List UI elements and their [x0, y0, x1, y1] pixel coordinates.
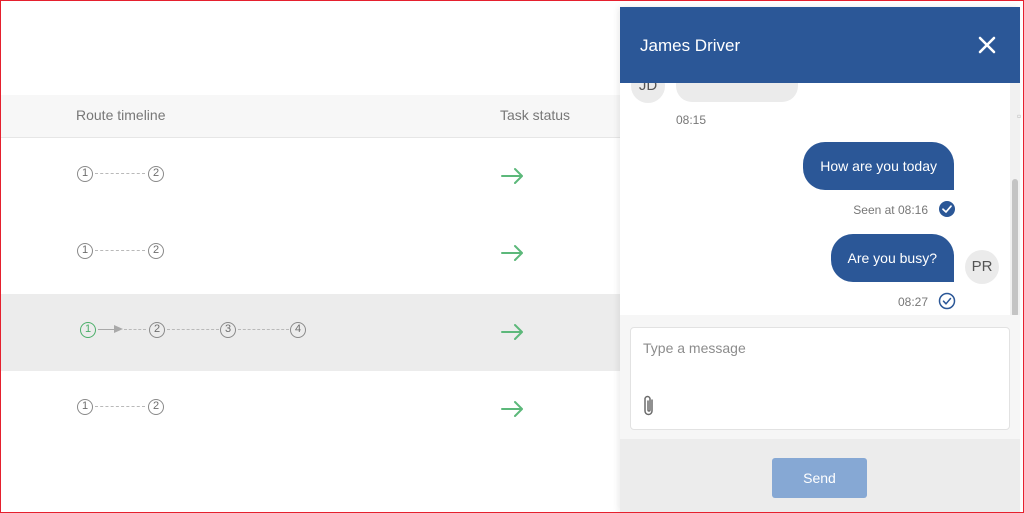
table-row[interactable]: 1 2	[1, 138, 621, 215]
header-task-status[interactable]: Task status	[500, 107, 570, 123]
chat-footer: Send	[620, 439, 1020, 512]
send-button[interactable]: Send	[772, 458, 867, 498]
chat-panel: James Driver JD 08:15 How are you today …	[620, 7, 1020, 512]
header-route-timeline[interactable]: Route timeline	[76, 107, 166, 123]
message-bubble-incoming	[676, 83, 798, 102]
chat-title: James Driver	[640, 36, 741, 55]
route-link	[95, 250, 145, 251]
compose-box	[630, 327, 1010, 430]
stop-marker: 2	[148, 243, 164, 259]
message-input[interactable]	[631, 328, 1009, 388]
table-row-selected[interactable]: 1 2 3 4	[1, 294, 621, 371]
message-list[interactable]: JD 08:15 How are you today Seen at 08:16…	[620, 83, 1010, 315]
stop-marker: 3	[220, 322, 236, 338]
route-link	[95, 406, 145, 407]
paperclip-icon[interactable]	[641, 394, 657, 418]
stop-marker: 1	[77, 166, 93, 182]
table-row[interactable]: 1 2	[1, 371, 621, 448]
arrow-right-icon[interactable]	[501, 323, 525, 341]
route-link	[167, 329, 219, 330]
message-time: 08:15	[676, 113, 707, 127]
stop-marker: 2	[149, 322, 165, 338]
scrollbar-thumb[interactable]	[1012, 179, 1018, 317]
message-seen-status: Seen at 08:16	[853, 203, 928, 217]
avatar: PR	[965, 250, 999, 284]
arrow-right-icon[interactable]	[501, 167, 525, 185]
arrow-right-icon[interactable]	[501, 400, 525, 418]
stop-marker: 2	[148, 166, 164, 182]
stop-marker: 1	[77, 243, 93, 259]
stop-marker-completed: 1	[80, 322, 96, 338]
read-check-icon	[939, 201, 955, 217]
message-time: 08:27	[897, 295, 928, 309]
message-bubble-outgoing: How are you today	[803, 142, 954, 190]
table-row[interactable]: 1 2	[1, 215, 621, 292]
stop-marker: 4	[290, 322, 306, 338]
edge-marker: ▫	[1017, 109, 1022, 123]
sent-check-icon	[938, 292, 956, 310]
route-arrow	[114, 325, 123, 333]
avatar: JD	[631, 83, 665, 103]
table-header: Route timeline Task status	[1, 95, 621, 138]
arrow-right-icon[interactable]	[501, 244, 525, 262]
route-link	[95, 173, 145, 174]
route-link-active	[98, 329, 114, 330]
message-bubble-outgoing: Are you busy?	[830, 234, 954, 282]
route-link	[238, 329, 289, 330]
compose-area	[620, 315, 1020, 439]
chat-header: James Driver	[620, 7, 1020, 83]
route-link	[124, 329, 146, 330]
close-icon[interactable]	[976, 34, 998, 56]
stop-marker: 2	[148, 399, 164, 415]
stop-marker: 1	[77, 399, 93, 415]
